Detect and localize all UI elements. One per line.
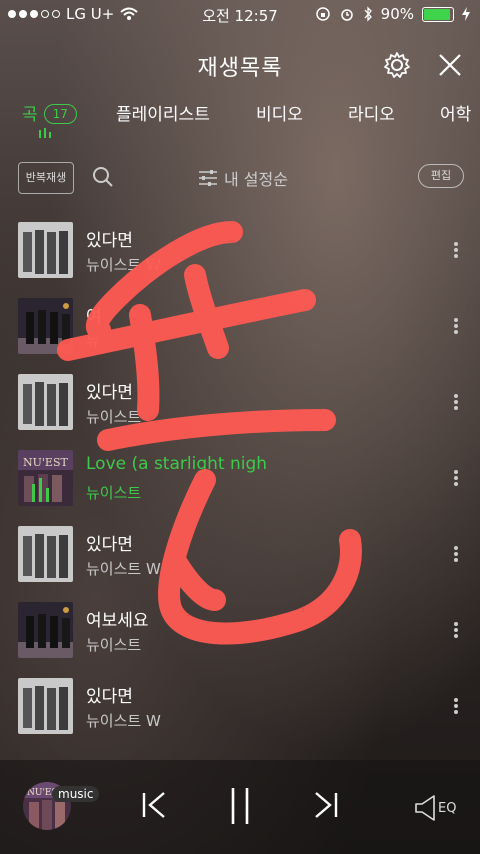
album-art: NU'EST — [18, 450, 73, 506]
song-title: 있다면 — [86, 231, 133, 251]
list-item[interactable]: 있다면 뉴이스트 — [0, 374, 480, 434]
song-artist: 뉴이스트 W — [86, 560, 161, 578]
album-art — [18, 298, 73, 354]
music-tag: music — [52, 786, 100, 802]
song-title: 여 — [86, 307, 102, 327]
battery-icon — [422, 6, 454, 22]
gear-icon[interactable] — [382, 50, 412, 80]
more-options-icon[interactable] — [453, 544, 459, 564]
song-title: Love (a starlight nigh — [86, 454, 268, 474]
mini-player: NU'EST music EQ — [0, 760, 480, 854]
pause-icon[interactable] — [228, 786, 252, 826]
list-item-now-playing[interactable]: NU'EST Love (a starlight nigh 뉴이스트 — [0, 450, 480, 510]
equalizer-indicator-icon — [39, 128, 51, 138]
svg-text:NU'EST: NU'EST — [23, 456, 68, 469]
status-right: 90% — [315, 5, 470, 23]
previous-track-icon[interactable] — [140, 790, 168, 820]
tab-radio[interactable]: 라디오 — [348, 100, 395, 125]
rotation-lock-icon — [315, 7, 330, 21]
album-art — [18, 222, 73, 278]
repeat-button[interactable]: 반복재생 — [18, 162, 74, 194]
list-item[interactable]: 여 뉴 — [0, 298, 480, 358]
song-title: 있다면 — [86, 535, 133, 555]
album-art — [18, 602, 73, 658]
more-options-icon[interactable] — [453, 620, 459, 640]
more-options-icon[interactable] — [453, 240, 459, 260]
song-count-badge: 17 — [43, 104, 77, 124]
sort-selector[interactable]: 내 설정순 — [198, 166, 288, 190]
charging-icon — [462, 7, 470, 21]
playlist-header: 재생목록 — [0, 40, 480, 90]
sliders-icon — [199, 170, 217, 186]
album-art — [18, 374, 73, 430]
tab-videos[interactable]: 비디오 — [256, 100, 303, 125]
song-artist: 뉴이스트 — [86, 408, 142, 426]
song-title: 있다면 — [86, 687, 133, 707]
song-artist: 뉴이스트 W — [86, 256, 161, 274]
song-title: 여보세요 — [86, 611, 149, 631]
alarm-icon — [340, 9, 353, 21]
more-options-icon[interactable] — [453, 392, 459, 412]
edit-button[interactable]: 편집 — [418, 164, 464, 188]
sort-label: 내 설정순 — [224, 170, 288, 189]
bluetooth-icon — [364, 6, 372, 22]
more-options-icon[interactable] — [453, 696, 459, 716]
album-art — [18, 678, 73, 734]
list-item[interactable]: 있다면 뉴이스트 W — [0, 678, 480, 738]
tab-playlists[interactable]: 플레이리스트 — [116, 100, 210, 125]
more-options-icon[interactable] — [453, 316, 459, 336]
status-bar: LG U+ 오전 12:57 90% — [0, 0, 480, 28]
song-artist: 뉴이스트 — [86, 484, 142, 502]
next-track-icon[interactable] — [312, 790, 340, 820]
tab-language[interactable]: 어학 — [440, 100, 471, 125]
tab-songs-label: 곡 — [22, 105, 38, 125]
equalizer-button[interactable]: EQ — [414, 794, 456, 822]
list-item[interactable]: 있다면 뉴이스트 W — [0, 222, 480, 282]
song-title: 있다면 — [86, 383, 133, 403]
song-artist: 뉴 — [86, 332, 100, 350]
tab-songs[interactable]: 곡 17 — [22, 100, 77, 125]
eq-label: EQ — [438, 800, 457, 816]
song-artist: 뉴이스트 W — [86, 712, 161, 730]
list-item[interactable]: 있다면 뉴이스트 W — [0, 526, 480, 586]
search-icon[interactable] — [92, 166, 114, 188]
close-icon[interactable] — [436, 51, 464, 79]
list-item[interactable]: 여보세요 뉴이스트 — [0, 602, 480, 662]
album-art — [18, 526, 73, 582]
speaker-icon — [415, 795, 435, 821]
song-artist: 뉴이스트 — [86, 636, 142, 654]
content-tabs: 곡 17 플레이리스트 비디오 라디오 어학 — [0, 96, 480, 144]
battery-percent: 90% — [380, 5, 414, 23]
list-controls: 반복재생 내 설정순 편집 — [0, 160, 480, 196]
more-options-icon[interactable] — [453, 468, 459, 488]
